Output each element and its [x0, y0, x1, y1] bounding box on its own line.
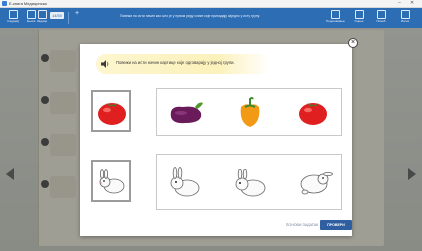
eggplant-icon — [170, 102, 203, 124]
plus-icon: + — [74, 10, 80, 17]
source-card-tomato[interactable] — [91, 90, 131, 132]
main-toolbar: Садржај Књига Задаци 14/50 + Повежи на и… — [0, 8, 422, 28]
toc-button[interactable]: Садржај — [6, 10, 20, 26]
source-card-rabbit[interactable] — [91, 160, 131, 202]
option-pepper[interactable] — [227, 93, 273, 131]
app-icon — [2, 1, 7, 6]
answer-row-1 — [156, 88, 342, 136]
answer-row-2 — [156, 154, 342, 210]
rabbit-icon — [235, 169, 266, 197]
gear-icon — [330, 10, 340, 19]
rabbit-icon — [300, 172, 333, 195]
speaker-icon[interactable] — [100, 59, 110, 69]
option-rabbit-2[interactable] — [227, 161, 273, 203]
grades-button[interactable]: Оцене — [350, 10, 368, 26]
help-button[interactable]: Помоћ — [372, 10, 390, 26]
rabbit-icon — [170, 167, 200, 197]
close-icon[interactable]: × — [348, 38, 358, 48]
tomato-icon — [299, 103, 327, 125]
toolbar-divider — [68, 12, 69, 24]
instruction-text: Повежи на исти начин картице које одгова… — [116, 60, 235, 65]
rabbit-icon — [99, 169, 125, 194]
toolbar-task-text: Повежи на исти начин као што је у првом … — [120, 14, 260, 18]
task-icon — [37, 10, 47, 19]
window-titlebar: Е-книга Медицинска – ✕ — [0, 0, 422, 8]
window-title: Е-книга Медицинска — [9, 1, 47, 6]
list-icon — [8, 10, 18, 19]
page-number-badge[interactable]: 14/50 — [50, 12, 64, 19]
reset-button[interactable]: ПОНОВИ ЗАДАТАК — [285, 221, 319, 230]
add-button[interactable]: + — [72, 10, 82, 26]
help-icon — [376, 10, 386, 19]
minimize-icon[interactable]: – — [398, 0, 401, 7]
option-rabbit-1[interactable] — [163, 161, 209, 203]
close-window-icon[interactable]: ✕ — [410, 0, 414, 7]
exit-icon — [400, 10, 410, 19]
exercise-modal: Повежи на исти начин картице које одгова… — [80, 44, 352, 236]
tasks-button[interactable]: Задаци — [36, 10, 48, 26]
option-rabbit-3[interactable] — [291, 161, 337, 203]
instruction-banner: Повежи на исти начин картице које одгова… — [96, 54, 270, 74]
book-icon — [26, 10, 36, 19]
check-button[interactable]: ПРОВЕРИ — [320, 220, 352, 230]
exit-button[interactable]: Излаз — [396, 10, 414, 26]
chart-icon — [354, 10, 364, 19]
tomato-icon — [98, 103, 126, 125]
pepper-icon — [240, 97, 260, 127]
settings-button[interactable]: Подешавања — [326, 10, 345, 26]
option-tomato[interactable] — [291, 93, 337, 131]
option-eggplant[interactable] — [163, 93, 209, 131]
